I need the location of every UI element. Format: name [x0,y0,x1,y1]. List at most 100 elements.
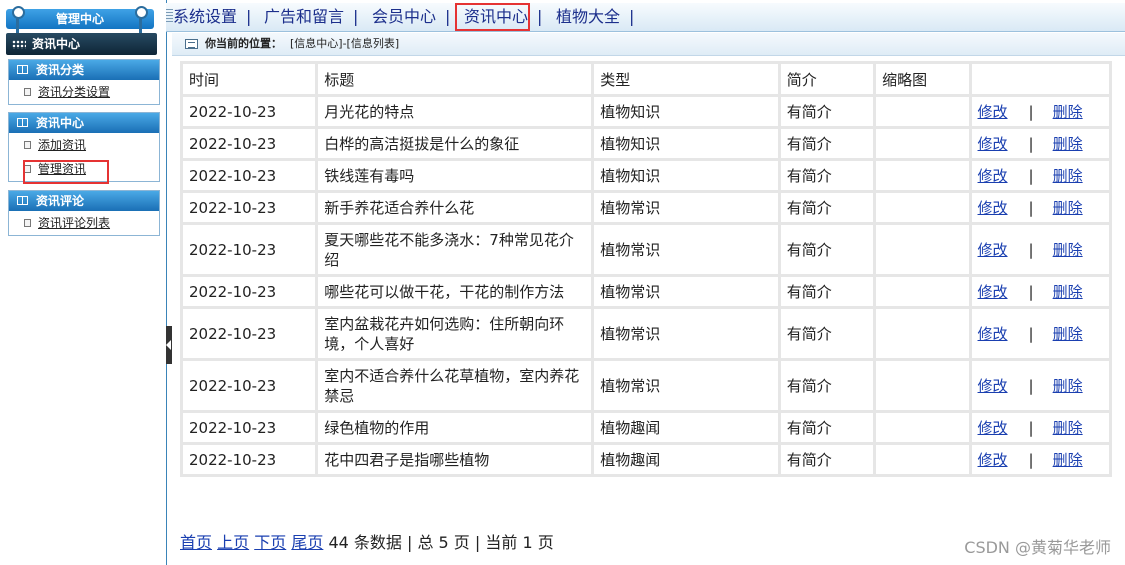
action-separator: | [1028,198,1034,217]
cell-date: 2022-10-23 [183,309,316,358]
breadcrumb-path: [信息中心]-[信息列表] [290,37,400,50]
pin-icon [12,6,25,35]
cell-date: 2022-10-23 [183,413,316,442]
pager-last-link[interactable]: 尾页 [291,533,323,552]
nav-item-plant-encyclopedia[interactable]: 植物大全 [556,6,620,28]
sidebar-current-section[interactable]: 资讯中心 [6,33,157,55]
table-row: 2022-10-23 哪些花可以做干花，干花的制作方法 植物常识 有简介 修改 | 删除 [183,277,1109,306]
document-icon [24,141,31,149]
cell-title: 花中四君子是指哪些植物 [318,445,592,474]
delete-link[interactable]: 删除 [1053,283,1083,301]
cell-date: 2022-10-23 [183,193,316,222]
sidebar-collapse-toggle[interactable] [166,326,172,364]
pager-next-link[interactable]: 下页 [254,533,286,552]
edit-link[interactable]: 修改 [978,325,1008,343]
sidebar-item-add-news[interactable]: 添加资讯 [9,133,159,157]
cell-date: 2022-10-23 [183,277,316,306]
sidebar-link-add-news[interactable]: 添加资讯 [38,133,86,157]
cell-intro: 有简介 [780,445,874,474]
action-separator: | [1028,134,1034,153]
cell-thumbnail [876,193,969,222]
delete-link[interactable]: 删除 [1053,241,1083,259]
action-separator: | [1028,418,1034,437]
edit-link[interactable]: 修改 [978,283,1008,301]
delete-link[interactable]: 删除 [1053,167,1083,185]
sidebar-item-category-settings[interactable]: 资讯分类设置 [9,80,159,104]
cell-thumbnail [876,161,969,190]
action-separator: | [1028,240,1034,259]
cell-intro: 有简介 [780,413,874,442]
edit-link[interactable]: 修改 [978,167,1008,185]
book-icon [17,196,28,205]
action-separator: | [1028,450,1034,469]
table-row: 2022-10-23 月光花的特点 植物知识 有简介 修改 | 删除 [183,97,1109,126]
cell-thumbnail [876,413,969,442]
cell-actions: 修改 | 删除 [971,277,1109,306]
delete-link[interactable]: 删除 [1053,199,1083,217]
pager-prev-link[interactable]: 上页 [217,533,249,552]
action-separator: | [1028,102,1034,121]
column-header-title: 标题 [318,64,592,94]
cell-title: 白桦的高洁挺拔是什么的象征 [318,129,592,158]
table-row: 2022-10-23 绿色植物的作用 植物趣闻 有简介 修改 | 删除 [183,413,1109,442]
cell-thumbnail [876,309,969,358]
table-body: 2022-10-23 月光花的特点 植物知识 有简介 修改 | 删除 2022-10-23 白桦… [183,97,1109,474]
cell-actions: 修改 | 删除 [971,309,1109,358]
nav-item-ads-messages[interactable]: 广告和留言 [264,6,344,28]
nav-item-system-settings[interactable]: 系统设置 [173,6,237,28]
pin-icon [135,6,148,35]
cell-actions: 修改 | 删除 [971,413,1109,442]
cell-title: 月光花的特点 [318,97,592,126]
panel-header-news[interactable]: 资讯中心 [9,113,159,133]
sidebar-title-label: 管理中心 [55,12,104,26]
pager-first-link[interactable]: 首页 [180,533,212,552]
sidebar-item-comment-list[interactable]: 资讯评论列表 [9,211,159,235]
sidebar-panel-comments: 资讯评论 资讯评论列表 [8,190,160,236]
edit-link[interactable]: 修改 [978,419,1008,437]
edit-link[interactable]: 修改 [978,135,1008,153]
cell-date: 2022-10-23 [183,97,316,126]
nav-separator: | [246,7,252,26]
delete-link[interactable]: 删除 [1053,135,1083,153]
panel-header-label: 资讯中心 [36,116,85,130]
delete-link[interactable]: 删除 [1053,419,1083,437]
cell-thumbnail [876,277,969,306]
cell-date: 2022-10-23 [183,161,316,190]
cell-actions: 修改 | 删除 [971,445,1109,474]
edit-link[interactable]: 修改 [978,103,1008,121]
delete-link[interactable]: 删除 [1053,377,1083,395]
edit-link[interactable]: 修改 [978,451,1008,469]
sidebar-link-category-settings[interactable]: 资讯分类设置 [38,80,110,104]
delete-link[interactable]: 删除 [1053,325,1083,343]
document-icon [24,219,31,227]
table-row: 2022-10-23 花中四君子是指哪些植物 植物趣闻 有简介 修改 | 删除 [183,445,1109,474]
sidebar: 管理中心 资讯中心 资讯分类 资讯分类设置 资讯中心 添加资讯 管理资讯 资讯评… [0,0,167,565]
panel-header-comments[interactable]: 资讯评论 [9,191,159,211]
cell-intro: 有简介 [780,309,874,358]
panel-header-category[interactable]: 资讯分类 [9,60,159,80]
book-icon [17,118,28,127]
cell-date: 2022-10-23 [183,129,316,158]
delete-link[interactable]: 删除 [1053,451,1083,469]
edit-link[interactable]: 修改 [978,241,1008,259]
cell-thumbnail [876,225,969,274]
pager-summary: 44 条数据 | 总 5 页 | 当前 1 页 [328,533,554,552]
column-header-date: 时间 [183,64,316,94]
cell-type: 植物常识 [594,277,778,306]
nav-separator: | [629,7,635,26]
document-icon [24,88,31,96]
nav-item-members[interactable]: 会员中心 [372,6,436,28]
cell-intro: 有简介 [780,129,874,158]
edit-link[interactable]: 修改 [978,377,1008,395]
sidebar-current-label: 资讯中心 [32,37,81,51]
edit-link[interactable]: 修改 [978,199,1008,217]
sidebar-link-comment-list[interactable]: 资讯评论列表 [38,211,110,235]
cell-type: 植物常识 [594,309,778,358]
highlight-box [23,160,109,184]
cell-actions: 修改 | 删除 [971,225,1109,274]
sidebar-title: 管理中心 [6,6,154,35]
book-icon [17,65,28,74]
watermark: CSDN @黄菊华老师 [964,538,1111,557]
delete-link[interactable]: 删除 [1053,103,1083,121]
nav-separator: | [353,7,359,26]
